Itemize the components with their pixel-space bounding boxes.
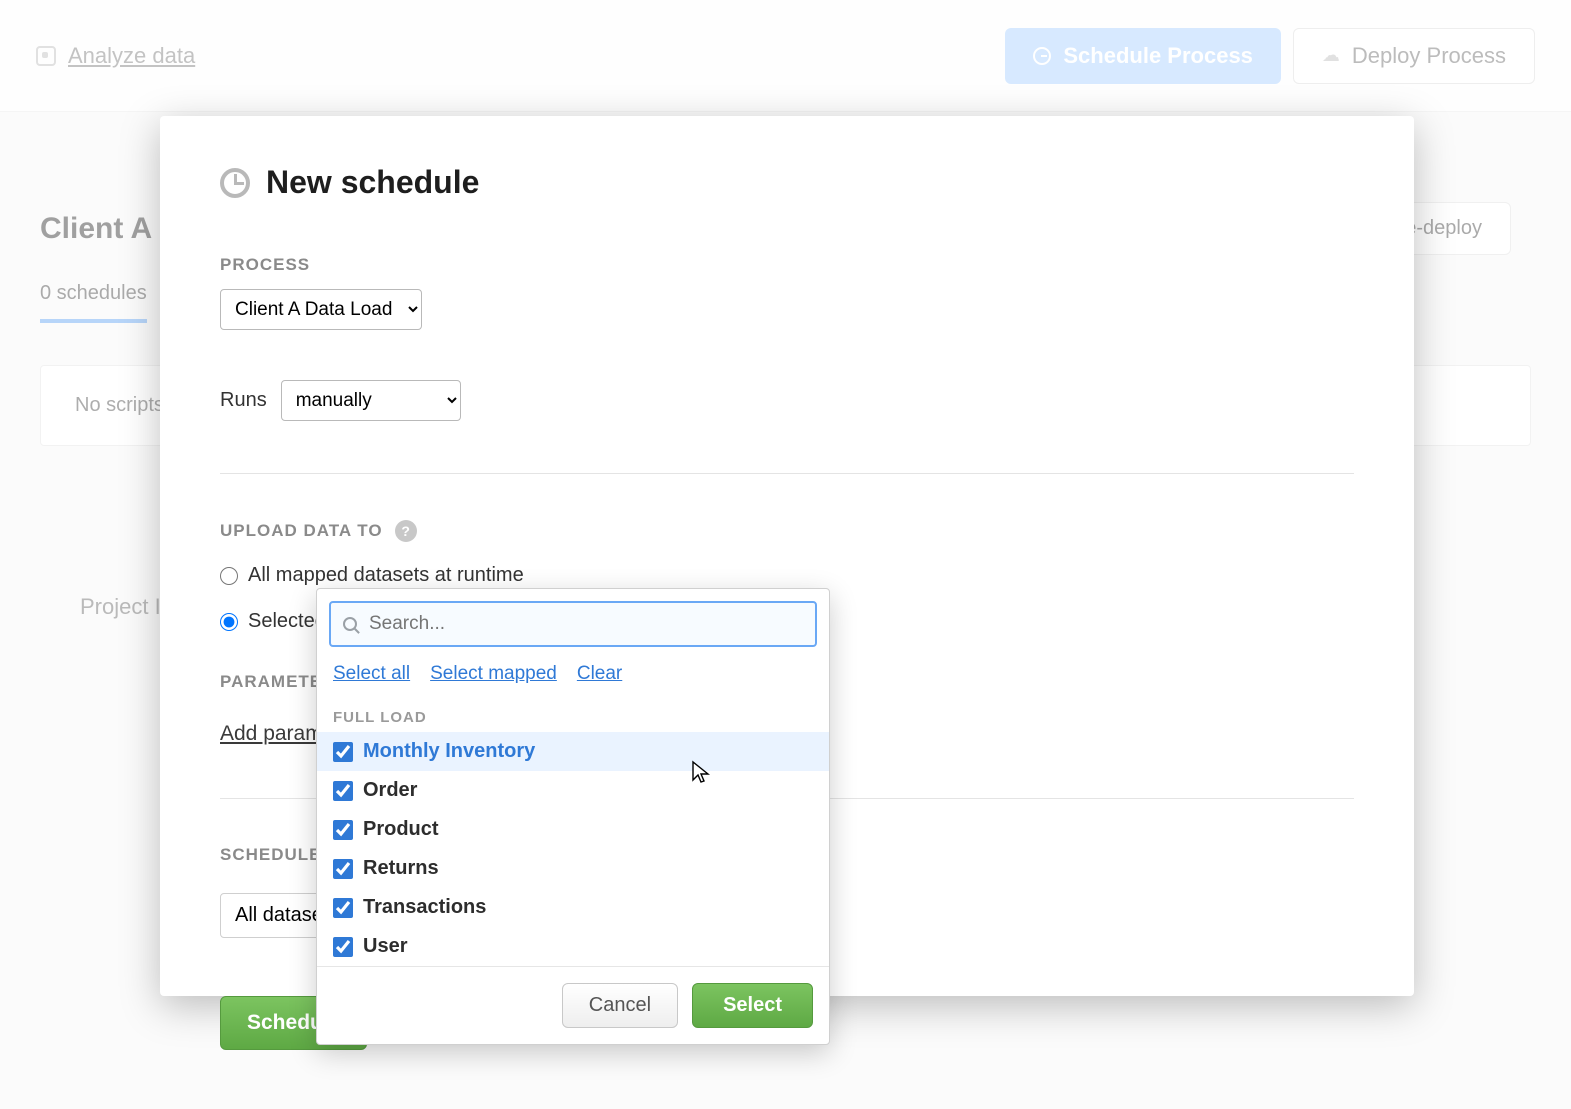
schedules-tab[interactable]: 0 schedules — [40, 282, 147, 323]
upload-section-label: UPLOAD DATA TO — [220, 521, 383, 541]
runs-select[interactable]: manually — [281, 380, 461, 421]
clock-icon — [1033, 47, 1051, 65]
divider — [220, 473, 1354, 474]
dataset-item[interactable]: Order — [317, 771, 829, 810]
dataset-list: Monthly Inventory Order Product Returns Tran… — [317, 732, 829, 966]
help-icon[interactable]: ? — [395, 520, 417, 542]
schedule-process-button[interactable]: Schedule Process — [1005, 28, 1281, 84]
dataset-item-label: Order — [363, 779, 417, 802]
dataset-checkbox[interactable] — [333, 898, 353, 918]
cloud-icon: ☁ — [1322, 45, 1340, 66]
radio-selected-label: Selected — [248, 610, 326, 633]
datasets-dropdown-panel: Select all Select mapped Clear FULL LOAD… — [316, 588, 830, 1045]
process-select[interactable]: Client A Data Load — [220, 289, 422, 330]
modal-title: New schedule — [266, 164, 479, 201]
topbar-actions: Schedule Process ☁ Deploy Process — [1005, 28, 1535, 84]
select-all-link[interactable]: Select all — [333, 663, 410, 685]
deploy-process-button[interactable]: ☁ Deploy Process — [1293, 28, 1535, 84]
dataset-item-label: Returns — [363, 857, 439, 880]
dataset-item-label: Monthly Inventory — [363, 740, 535, 763]
dataset-checkbox[interactable] — [333, 781, 353, 801]
radio-all-mapped[interactable]: All mapped datasets at runtime — [220, 564, 1354, 587]
dataset-checkbox[interactable] — [333, 859, 353, 879]
dataset-item[interactable]: User — [317, 927, 829, 966]
dataset-checkbox[interactable] — [333, 742, 353, 762]
dataset-item-label: User — [363, 935, 407, 958]
dataset-checkbox[interactable] — [333, 937, 353, 957]
radio-all-mapped-label: All mapped datasets at runtime — [248, 564, 524, 587]
clock-icon — [220, 168, 250, 198]
radio-all-mapped-input[interactable] — [220, 567, 238, 585]
dataset-item[interactable]: Returns — [317, 849, 829, 888]
analyze-data-label: Analyze data — [68, 43, 195, 69]
select-button[interactable]: Select — [692, 983, 813, 1028]
dataset-item[interactable]: Monthly Inventory — [317, 732, 829, 771]
dataset-item-label: Transactions — [363, 896, 486, 919]
dataset-item[interactable]: Product — [317, 810, 829, 849]
select-mapped-link[interactable]: Select mapped — [430, 663, 557, 685]
add-parameter-link[interactable]: Add param — [220, 722, 323, 746]
dataset-item[interactable]: Transactions — [317, 888, 829, 927]
deploy-process-label: Deploy Process — [1352, 43, 1506, 69]
dataset-item-label: Product — [363, 818, 439, 841]
dataset-group-label: FULL LOAD — [317, 699, 829, 732]
search-icon — [343, 617, 357, 631]
cancel-button[interactable]: Cancel — [562, 983, 678, 1028]
analyze-icon — [36, 46, 56, 66]
top-bar: Analyze data Schedule Process ☁ Deploy P… — [0, 0, 1571, 112]
process-section-label: PROCESS — [220, 255, 1354, 275]
schedule-process-label: Schedule Process — [1063, 43, 1253, 69]
dataset-checkbox[interactable] — [333, 820, 353, 840]
runs-label: Runs — [220, 389, 267, 412]
analyze-data-link[interactable]: Analyze data — [36, 43, 195, 69]
radio-selected-input[interactable] — [220, 613, 238, 631]
clear-link[interactable]: Clear — [577, 663, 622, 685]
dataset-search-input[interactable] — [329, 601, 817, 647]
